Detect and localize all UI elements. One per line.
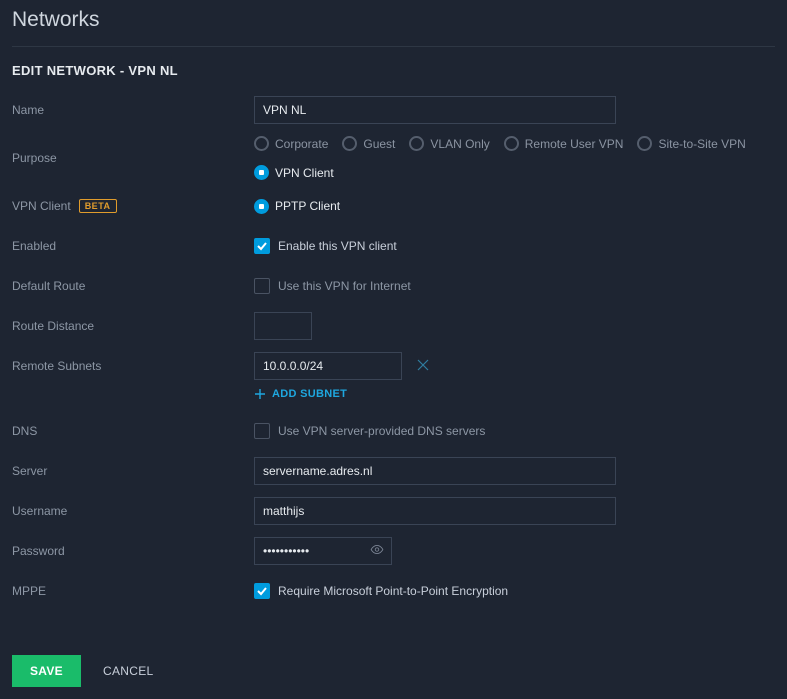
- label-default-route: Default Route: [12, 279, 254, 293]
- dns-checkbox[interactable]: Use VPN server-provided DNS servers: [254, 423, 485, 439]
- vpn-type-pptp-radio[interactable]: PPTP Client: [254, 199, 340, 214]
- enable-vpn-checkbox[interactable]: Enable this VPN client: [254, 238, 397, 254]
- eye-icon[interactable]: [370, 543, 384, 560]
- cancel-button[interactable]: CANCEL: [103, 664, 153, 678]
- label-dns: DNS: [12, 424, 254, 438]
- dns-label: Use VPN server-provided DNS servers: [278, 424, 485, 438]
- purpose-guest-label: Guest: [363, 137, 395, 151]
- plus-icon: [254, 388, 266, 400]
- server-input[interactable]: [254, 457, 616, 485]
- label-mppe: MPPE: [12, 584, 254, 598]
- beta-badge: BETA: [79, 199, 117, 213]
- purpose-corporate-label: Corporate: [275, 137, 328, 151]
- purpose-vlan-radio[interactable]: VLAN Only: [409, 136, 489, 151]
- divider: [12, 46, 775, 47]
- label-vpn-client: VPN Client: [12, 199, 71, 213]
- remote-subnet-input[interactable]: [254, 352, 402, 380]
- label-purpose: Purpose: [12, 151, 254, 165]
- check-icon: [257, 241, 267, 251]
- panel-title: EDIT NETWORK - VPN NL: [12, 57, 775, 96]
- vpn-type-pptp-label: PPTP Client: [275, 199, 340, 213]
- username-input[interactable]: [254, 497, 616, 525]
- purpose-remote-user-label: Remote User VPN: [525, 137, 624, 151]
- mppe-checkbox[interactable]: Require Microsoft Point-to-Point Encrypt…: [254, 583, 508, 599]
- page-title: Networks: [12, 0, 775, 46]
- purpose-guest-radio[interactable]: Guest: [342, 136, 395, 151]
- add-subnet-button[interactable]: ADD SUBNET: [254, 388, 347, 400]
- purpose-remote-user-radio[interactable]: Remote User VPN: [504, 136, 624, 151]
- enable-vpn-label: Enable this VPN client: [278, 239, 397, 253]
- edit-network-form: Name Purpose Corporate Guest VLAN Only R…: [12, 96, 775, 687]
- purpose-site-to-site-label: Site-to-Site VPN: [658, 137, 745, 151]
- remove-subnet-icon[interactable]: [416, 358, 432, 374]
- default-route-checkbox[interactable]: Use this VPN for Internet: [254, 278, 411, 294]
- label-password: Password: [12, 544, 254, 558]
- default-route-label: Use this VPN for Internet: [278, 279, 411, 293]
- add-subnet-label: ADD SUBNET: [272, 388, 347, 400]
- label-remote-subnets: Remote Subnets: [12, 359, 254, 373]
- name-input[interactable]: [254, 96, 616, 124]
- purpose-site-to-site-radio[interactable]: Site-to-Site VPN: [637, 136, 745, 151]
- save-button[interactable]: SAVE: [12, 655, 81, 687]
- purpose-vlan-label: VLAN Only: [430, 137, 489, 151]
- check-icon: [257, 586, 267, 596]
- purpose-vpn-client-label: VPN Client: [275, 166, 334, 180]
- label-route-distance: Route Distance: [12, 319, 254, 333]
- label-name: Name: [12, 103, 254, 117]
- mppe-label: Require Microsoft Point-to-Point Encrypt…: [278, 584, 508, 598]
- label-username: Username: [12, 504, 254, 518]
- label-enabled: Enabled: [12, 239, 254, 253]
- purpose-corporate-radio[interactable]: Corporate: [254, 136, 328, 151]
- route-distance-input[interactable]: [254, 312, 312, 340]
- label-server: Server: [12, 464, 254, 478]
- purpose-vpn-client-radio[interactable]: VPN Client: [254, 165, 334, 180]
